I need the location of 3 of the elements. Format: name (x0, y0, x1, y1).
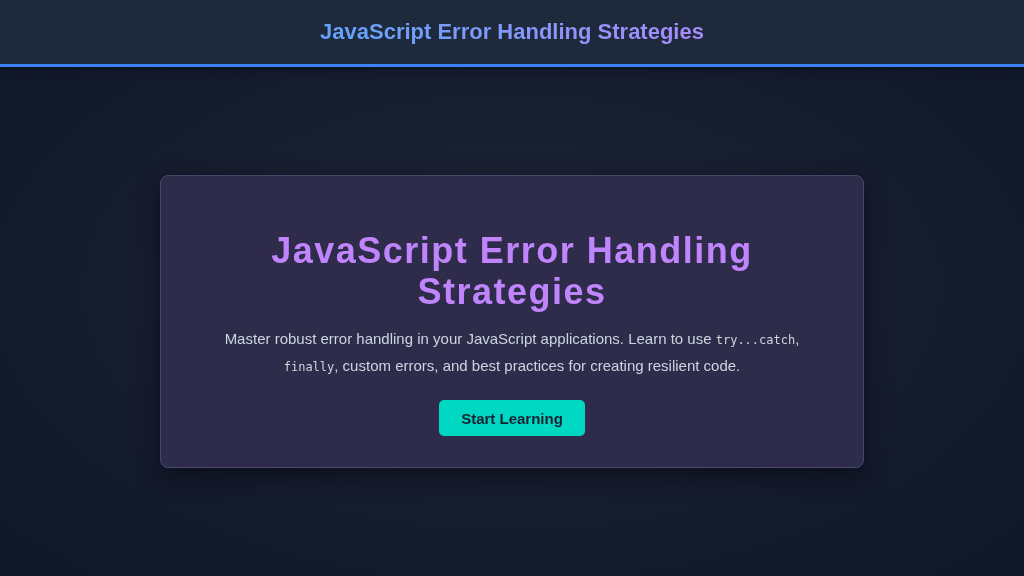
hero-description: Master robust error handling in your JavaScript applications. Learn to use try...catch, finally, custom errors, and best practices for creating resilient code. (223, 329, 801, 376)
hero-title: JavaScript Error Handling Strategies (270, 230, 754, 312)
start-learning-button[interactable]: Start Learning (439, 400, 585, 436)
